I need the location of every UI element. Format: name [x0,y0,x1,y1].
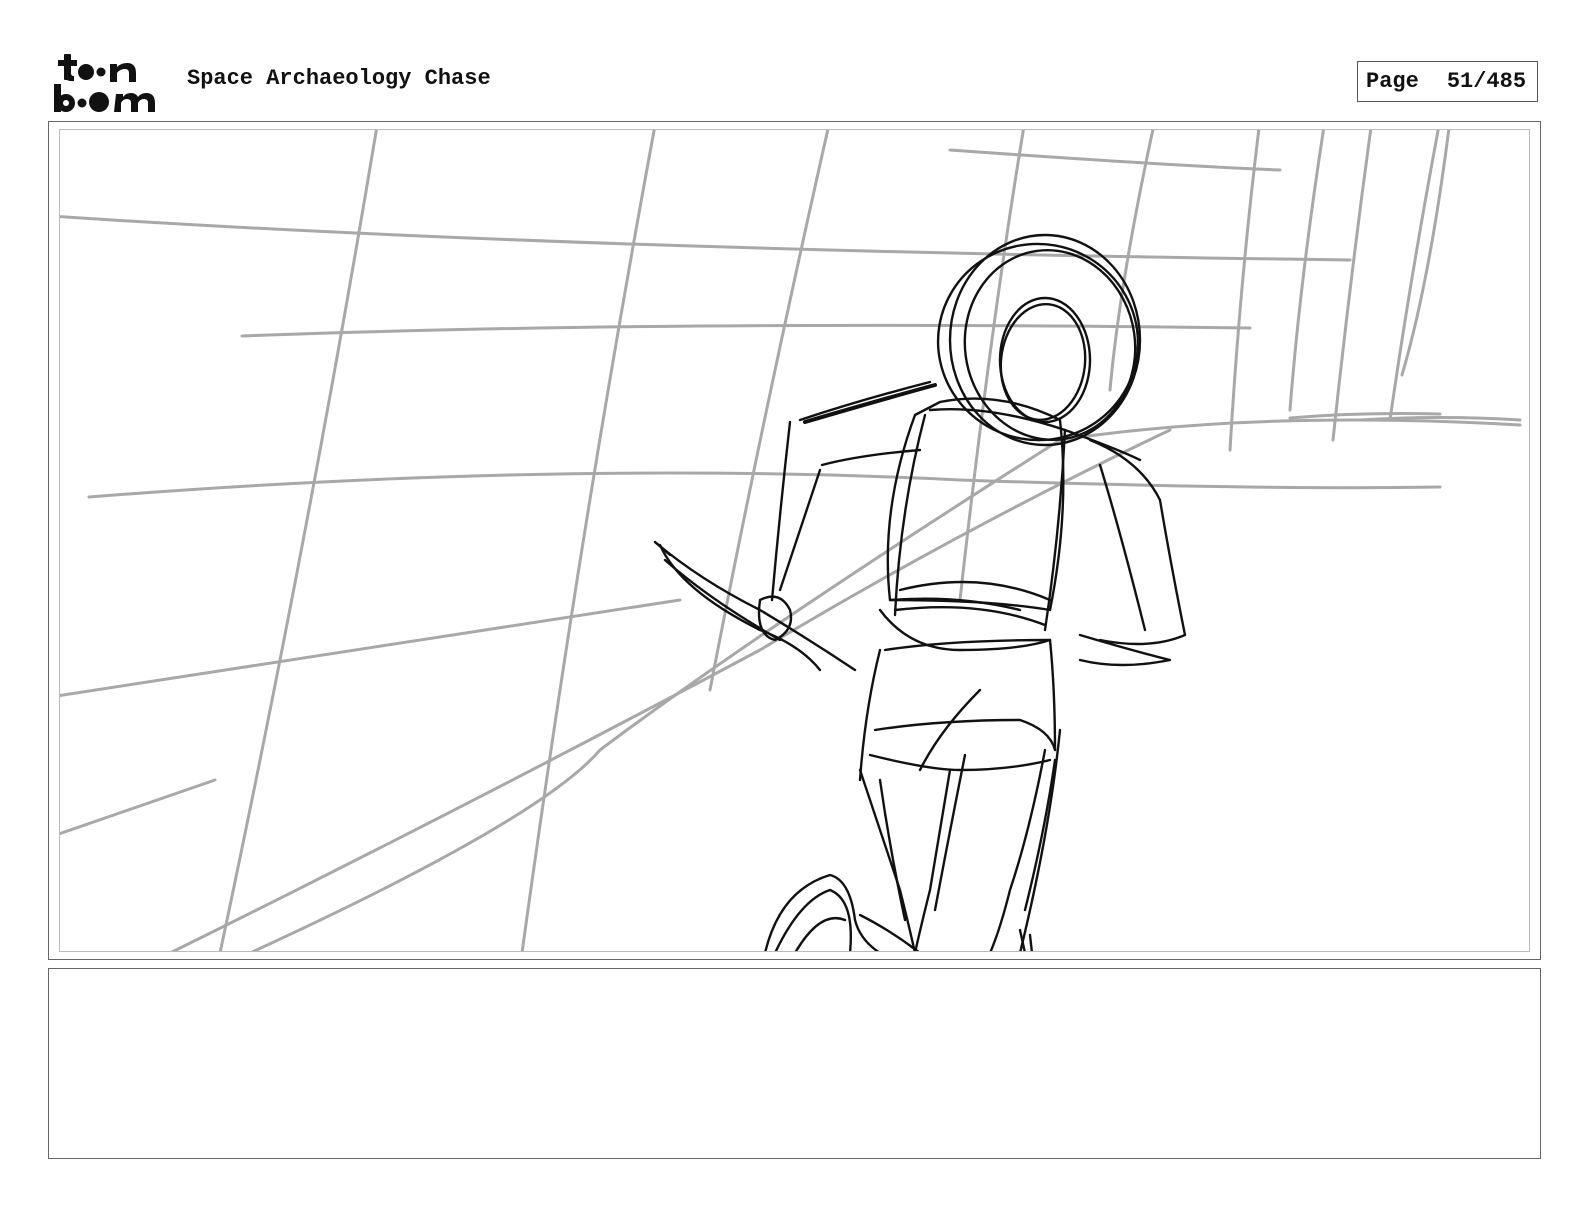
page-indicator: Page 51/485 [1357,61,1538,102]
storyboard-title: Space Archaeology Chase [187,66,491,91]
page-label: Page [1366,69,1419,94]
toonboom-logo [54,54,155,112]
background-grid-lines [60,130,1522,951]
character-sketch [653,233,1187,951]
panel-sketch [60,130,1522,951]
page-number: 51/485 [1446,69,1527,94]
panel-notes-box [48,968,1541,1159]
storyboard-panel [59,129,1530,952]
